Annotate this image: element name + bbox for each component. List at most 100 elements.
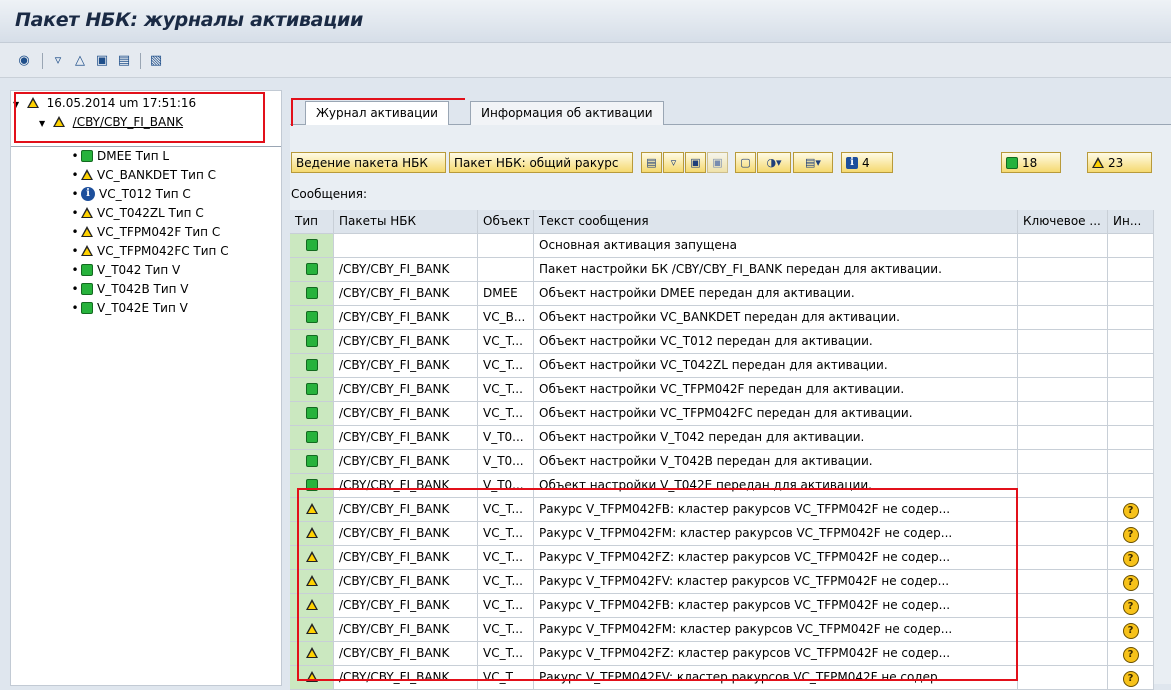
table-row[interactable]: Основная активация запущена — [290, 234, 1171, 258]
table-row[interactable]: /CBY/CBY_FI_BANK Пакет настройки БК /CBY/… — [290, 258, 1171, 282]
collapse-subtree-icon[interactable]: ▤ — [116, 52, 132, 68]
long-text-cell[interactable]: ? — [1108, 594, 1154, 618]
table-row[interactable]: /CBY/CBY_FI_BANK VC_T... Ракурс V_TFPM042F… — [290, 546, 1171, 570]
table-row[interactable]: /CBY/CBY_FI_BANK DMEE Объект настройки DME… — [290, 282, 1171, 306]
column-header-type[interactable]: Тип — [290, 210, 334, 234]
help-icon[interactable]: ? — [1122, 503, 1139, 519]
message-cell: Объект настройки VC_TFPM042F передан для… — [534, 378, 1018, 402]
table-row[interactable]: /CBY/CBY_FI_BANK VC_T... Объект настройки … — [290, 330, 1171, 354]
help-icon[interactable]: ? — [1122, 527, 1139, 543]
table-row[interactable]: /CBY/CBY_FI_BANK V_T0... Объект настройки … — [290, 450, 1171, 474]
package-cell: /CBY/CBY_FI_BANK — [334, 378, 478, 402]
help-icon[interactable]: ? — [1122, 551, 1139, 567]
long-text-cell[interactable]: ? — [1108, 570, 1154, 594]
message-cell: Ракурс V_TFPM042FB: кластер ракурсов VC_… — [534, 498, 1018, 522]
find-next-icon[interactable]: ▣ — [707, 152, 728, 173]
long-text-cell — [1108, 378, 1154, 402]
column-header-package[interactable]: Пакеты НБК — [334, 210, 478, 234]
column-header-object[interactable]: Объект — [478, 210, 534, 234]
help-icon[interactable]: ? — [1122, 599, 1139, 615]
filter-icon[interactable]: ▿ — [663, 152, 684, 173]
long-text-cell — [1108, 450, 1154, 474]
collapse-icon[interactable]: △ — [72, 52, 88, 68]
print-icon[interactable]: ▤ — [641, 152, 662, 173]
layout-icon[interactable]: ▤▾ — [793, 152, 833, 173]
details-icon[interactable]: ▧ — [148, 52, 164, 68]
table-row[interactable]: /CBY/CBY_FI_BANK VC_T... Объект настройки … — [290, 402, 1171, 426]
export-icon[interactable]: ◑▾ — [757, 152, 791, 173]
type-cell — [290, 546, 334, 570]
find-icon[interactable]: ◉ — [16, 52, 32, 68]
table-row[interactable]: /CBY/CBY_FI_BANK VC_T... Ракурс V_TFPM042F… — [290, 594, 1171, 618]
message-cell: Объект настройки V_T042B передан для акт… — [534, 450, 1018, 474]
key-cell — [1018, 354, 1108, 378]
success-count-button[interactable]: 18 — [1001, 152, 1061, 173]
long-text-cell[interactable]: ? — [1108, 498, 1154, 522]
long-text-cell — [1108, 306, 1154, 330]
message-cell: Объект настройки V_T042E передан для акт… — [534, 474, 1018, 498]
green-status-icon — [81, 301, 93, 314]
long-text-cell[interactable]: ? — [1108, 618, 1154, 642]
table-row[interactable]: /CBY/CBY_FI_BANK VC_T... Ракурс V_TFPM042F… — [290, 522, 1171, 546]
tab-activation-info[interactable]: Информация об активации — [470, 101, 664, 125]
message-cell: Объект настройки VC_BANKDET передан для … — [534, 306, 1018, 330]
table-row[interactable]: /CBY/CBY_FI_BANK V_T0... Объект настройки … — [290, 426, 1171, 450]
table-row[interactable]: /CBY/CBY_FI_BANK VC_T... Ракурс V_TFPM042F… — [290, 498, 1171, 522]
table-row[interactable]: /CBY/CBY_FI_BANK V_T0... Объект настройки … — [290, 474, 1171, 498]
long-text-cell[interactable]: ? — [1108, 642, 1154, 666]
help-icon[interactable]: ? — [1122, 575, 1139, 591]
collapse-toggle-icon[interactable]: ▼ — [13, 95, 23, 114]
tree-node-package[interactable]: ▼ /CBY/CBY_FI_BANK — [39, 113, 183, 132]
tree-item[interactable]: • V_T042E Тип V — [69, 299, 187, 318]
tree-item[interactable]: • VC_TFPM042F Тип C — [69, 223, 220, 242]
table-row[interactable]: /CBY/CBY_FI_BANK VC_T... Ракурс V_TFPM042F… — [290, 642, 1171, 666]
table-row[interactable]: /CBY/CBY_FI_BANK VC_T... Ракурс V_TFPM042F… — [290, 570, 1171, 594]
table-row[interactable]: /CBY/CBY_FI_BANK VC_T... Ракурс V_TFPM042F… — [290, 666, 1171, 690]
filter-icon[interactable]: ▿ — [50, 52, 66, 68]
column-header-message[interactable]: Текст сообщения — [534, 210, 1018, 234]
long-text-cell[interactable]: ? — [1108, 546, 1154, 570]
tree-item[interactable]: • VC_TFPM042FC Тип C — [69, 242, 228, 261]
long-text-cell[interactable]: ? — [1108, 666, 1154, 690]
table-row[interactable]: /CBY/CBY_FI_BANK VC_B... Объект настройки … — [290, 306, 1171, 330]
help-icon[interactable]: ? — [1122, 623, 1139, 639]
object-cell: VC_T... — [478, 618, 534, 642]
tree-item[interactable]: • V_T042 Тип V — [69, 261, 180, 280]
tree-item[interactable]: • DMEE Тип L — [69, 147, 169, 166]
warning-count-button[interactable]: 23 — [1087, 152, 1152, 173]
table-row[interactable]: /CBY/CBY_FI_BANK VC_T... Объект настройки … — [290, 354, 1171, 378]
help-icon[interactable]: ? — [1122, 671, 1139, 687]
long-text-cell[interactable]: ? — [1108, 522, 1154, 546]
help-icon[interactable]: ? — [1122, 647, 1139, 663]
object-cell: VC_T... — [478, 666, 534, 690]
application-toolbar: ◉ ▿ △ ▣ ▤ ▧ — [0, 43, 1171, 78]
type-cell — [290, 306, 334, 330]
key-cell — [1018, 258, 1108, 282]
package-overview-button[interactable]: Пакет НБК: общий ракурс — [449, 152, 633, 173]
key-cell — [1018, 426, 1108, 450]
type-cell — [290, 618, 334, 642]
green-status-icon — [305, 406, 318, 419]
tree-item[interactable]: • VC_T042ZL Тип C — [69, 204, 203, 223]
info-count-button[interactable]: i4 — [841, 152, 893, 173]
maintain-package-button[interactable]: Ведение пакета НБК — [291, 152, 446, 173]
type-cell — [290, 282, 334, 306]
column-header-key[interactable]: Ключевое ... — [1018, 210, 1108, 234]
tree-item[interactable]: • V_T042B Тип V — [69, 280, 188, 299]
info-icon: i — [846, 156, 858, 169]
collapse-toggle-icon[interactable]: ▼ — [39, 114, 49, 133]
tree-node-root[interactable]: ▼ 16.05.2014 um 17:51:16 — [13, 94, 196, 113]
warning-icon — [81, 245, 93, 256]
info-icon: i — [81, 186, 95, 201]
print-preview-icon[interactable]: ▢ — [735, 152, 756, 173]
package-cell: /CBY/CBY_FI_BANK — [334, 450, 478, 474]
tree-item[interactable]: • VC_BANKDET Тип C — [69, 166, 216, 185]
green-status-icon — [305, 238, 318, 251]
find-icon[interactable]: ▣ — [685, 152, 706, 173]
expand-subtree-icon[interactable]: ▣ — [94, 52, 110, 68]
tree-item[interactable]: • i VC_T012 Тип C — [69, 185, 191, 204]
table-row[interactable]: /CBY/CBY_FI_BANK VC_T... Объект настройки … — [290, 378, 1171, 402]
table-row[interactable]: /CBY/CBY_FI_BANK VC_T... Ракурс V_TFPM042F… — [290, 618, 1171, 642]
column-header-ltxt[interactable]: Ин... — [1108, 210, 1154, 234]
tab-activation-log[interactable]: Журнал активации — [305, 101, 449, 125]
